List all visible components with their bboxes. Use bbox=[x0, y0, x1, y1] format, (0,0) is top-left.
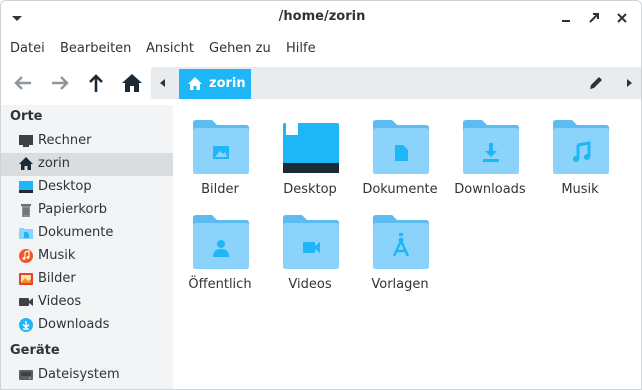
folder-item-oeffentlich[interactable]: Öffentlich bbox=[175, 204, 265, 296]
sidebar-item-bilder[interactable]: Bilder bbox=[1, 268, 173, 291]
folder-item-label: Bilder bbox=[201, 182, 239, 197]
pencil-icon bbox=[590, 77, 602, 89]
folder-item-bilder[interactable]: Bilder bbox=[175, 109, 265, 201]
close-button[interactable] bbox=[613, 9, 631, 27]
sidebar-item-label: Videos bbox=[38, 294, 82, 309]
folder-item-label: Desktop bbox=[283, 182, 337, 197]
sidebar: Orte Rechner zorin Desktop Papierkorb Do… bbox=[1, 105, 173, 389]
sidebar-item-dateisystem[interactable]: Dateisystem bbox=[1, 364, 173, 387]
path-scroll-right-button[interactable] bbox=[621, 75, 637, 91]
folder-documents-icon bbox=[373, 120, 429, 174]
music-icon bbox=[19, 249, 33, 263]
pictures-icon bbox=[19, 273, 33, 285]
sidebar-heading-places: Orte bbox=[10, 109, 43, 124]
sidebar-item-label: Bilder bbox=[38, 271, 76, 286]
trash-icon bbox=[21, 204, 31, 217]
forward-button[interactable] bbox=[46, 69, 74, 97]
sidebar-item-label: Rechner bbox=[38, 133, 92, 148]
menu-ansicht[interactable]: Ansicht bbox=[146, 41, 194, 56]
home-icon bbox=[19, 157, 33, 170]
file-manager-window: /home/zorin Datei Bearbeiten Ansicht Geh… bbox=[0, 0, 642, 390]
folder-public-icon bbox=[193, 215, 249, 269]
menu-bearbeiten[interactable]: Bearbeiten bbox=[60, 41, 131, 56]
path-crumb-label: zorin bbox=[209, 76, 246, 91]
menu-datei[interactable]: Datei bbox=[10, 41, 45, 56]
folder-item-label: Öffentlich bbox=[188, 277, 252, 292]
toolbar: zorin bbox=[1, 63, 641, 103]
sidebar-item-label: Dateisystem bbox=[38, 367, 120, 382]
sidebar-item-label: zorin bbox=[38, 156, 70, 171]
folder-item-label: Musik bbox=[561, 182, 599, 197]
edit-path-button[interactable] bbox=[587, 74, 605, 92]
sidebar-item-rechner[interactable]: Rechner bbox=[1, 130, 173, 153]
sidebar-item-label: Musik bbox=[38, 248, 76, 263]
sidebar-item-dokumente[interactable]: Dokumente bbox=[1, 222, 173, 245]
folder-pictures-icon bbox=[193, 120, 249, 174]
downloads-icon bbox=[19, 318, 33, 332]
sidebar-item-downloads[interactable]: Downloads bbox=[1, 314, 173, 337]
path-bar: zorin bbox=[151, 67, 641, 99]
menu-hilfe[interactable]: Hilfe bbox=[286, 41, 316, 56]
maximize-button[interactable] bbox=[585, 9, 603, 27]
sidebar-item-label: Desktop bbox=[38, 179, 92, 194]
folder-item-musik[interactable]: Musik bbox=[535, 109, 625, 201]
minimize-button[interactable] bbox=[557, 9, 575, 27]
home-icon bbox=[122, 74, 142, 92]
titlebar: /home/zorin bbox=[1, 1, 641, 35]
path-scroll-left-button[interactable] bbox=[155, 75, 171, 91]
sidebar-item-label: Downloads bbox=[38, 317, 110, 332]
sidebar-item-videos[interactable]: Videos bbox=[1, 291, 173, 314]
back-button[interactable] bbox=[9, 69, 37, 97]
arrow-right-icon bbox=[52, 76, 69, 90]
sidebar-item-label: Dokumente bbox=[38, 225, 114, 240]
folder-item-label: Vorlagen bbox=[371, 277, 429, 292]
file-view: Bilder Desktop Dokumente Downloads Musik… bbox=[173, 105, 641, 389]
folder-templates-icon bbox=[373, 215, 429, 269]
window-menu-button[interactable] bbox=[9, 10, 25, 26]
sidebar-heading-devices: Geräte bbox=[10, 343, 60, 358]
folder-downloads-icon bbox=[463, 120, 519, 174]
home-icon bbox=[188, 77, 202, 90]
folder-item-videos[interactable]: Videos bbox=[265, 204, 355, 296]
sidebar-item-musik[interactable]: Musik bbox=[1, 245, 173, 268]
sidebar-item-papierkorb[interactable]: Papierkorb bbox=[1, 199, 173, 222]
sidebar-item-desktop[interactable]: Desktop bbox=[1, 176, 173, 199]
folder-item-dokumente[interactable]: Dokumente bbox=[355, 109, 445, 201]
path-crumb-home[interactable]: zorin bbox=[179, 69, 251, 99]
up-button[interactable] bbox=[82, 69, 110, 97]
sidebar-item-zorin[interactable]: zorin bbox=[1, 153, 173, 176]
window-title: /home/zorin bbox=[278, 9, 366, 24]
documents-icon bbox=[19, 228, 33, 239]
drive-icon bbox=[19, 370, 33, 380]
menubar: Datei Bearbeiten Ansicht Gehen zu Hilfe bbox=[1, 37, 641, 61]
arrow-left-icon bbox=[14, 76, 31, 90]
folder-item-label: Dokumente bbox=[362, 182, 438, 197]
arrow-up-icon bbox=[89, 74, 103, 92]
sidebar-item-label: Papierkorb bbox=[38, 202, 108, 217]
videos-icon bbox=[19, 298, 33, 306]
folder-item-downloads[interactable]: Downloads bbox=[445, 109, 535, 201]
folder-item-label: Downloads bbox=[454, 182, 526, 197]
folder-music-icon bbox=[553, 120, 609, 174]
menu-gehen-zu[interactable]: Gehen zu bbox=[209, 41, 271, 56]
folder-videos-icon bbox=[283, 215, 339, 269]
desktop-icon bbox=[19, 181, 33, 193]
computer-icon bbox=[19, 135, 33, 147]
folder-item-vorlagen[interactable]: Vorlagen bbox=[355, 204, 445, 296]
home-button[interactable] bbox=[118, 69, 146, 97]
folder-item-desktop[interactable]: Desktop bbox=[265, 109, 355, 201]
folder-item-label: Videos bbox=[288, 277, 332, 292]
folder-desktop-icon bbox=[283, 123, 339, 173]
